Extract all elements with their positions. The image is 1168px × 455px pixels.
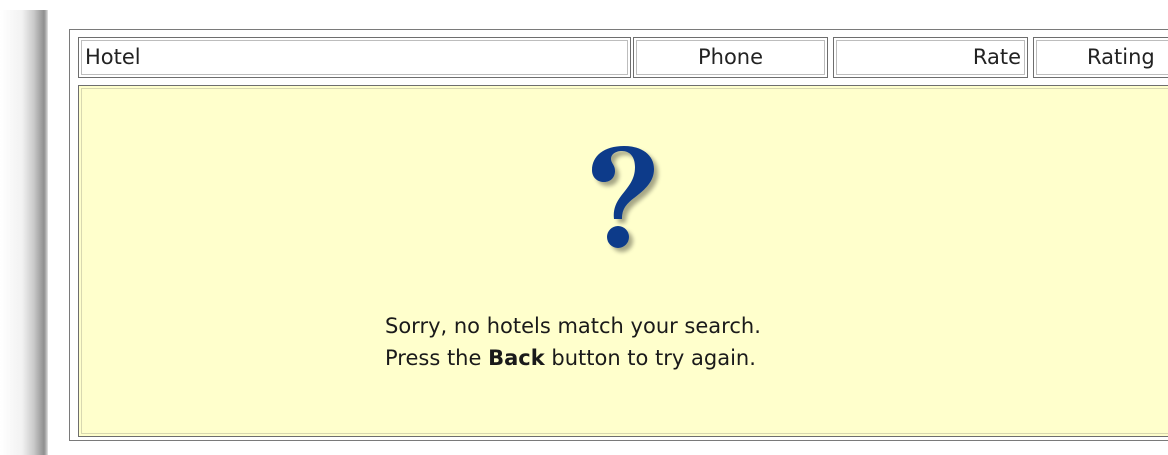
- browser-page: Hotel Phone Rate Rating Sorry, no hotels…: [0, 0, 1168, 455]
- column-header-hotel[interactable]: Hotel: [78, 37, 631, 78]
- results-table-inner: Hotel Phone Rate Rating Sorry, no hotels…: [75, 35, 1168, 437]
- no-results-panel: Sorry, no hotels match your search. Pres…: [78, 85, 1168, 437]
- no-results-line-2-suffix: button to try again.: [544, 346, 756, 370]
- no-results-message: Sorry, no hotels match your search. Pres…: [385, 310, 905, 374]
- column-header-phone[interactable]: Phone: [633, 37, 828, 78]
- table-header-row: Hotel Phone Rate Rating: [75, 35, 1168, 78]
- no-results-line-2-prefix: Press the: [385, 346, 489, 370]
- results-table: Hotel Phone Rate Rating Sorry, no hotels…: [69, 29, 1168, 441]
- window-edge-top: [0, 0, 48, 10]
- no-results-line-2: Press the Back button to try again.: [385, 342, 905, 374]
- question-mark-icon: [592, 146, 654, 248]
- no-results-line-1: Sorry, no hotels match your search.: [385, 314, 761, 338]
- column-header-rate[interactable]: Rate: [833, 37, 1028, 78]
- window-edge-shadow: [0, 0, 48, 455]
- back-keyword: Back: [488, 346, 545, 370]
- column-header-rating[interactable]: Rating: [1033, 37, 1168, 78]
